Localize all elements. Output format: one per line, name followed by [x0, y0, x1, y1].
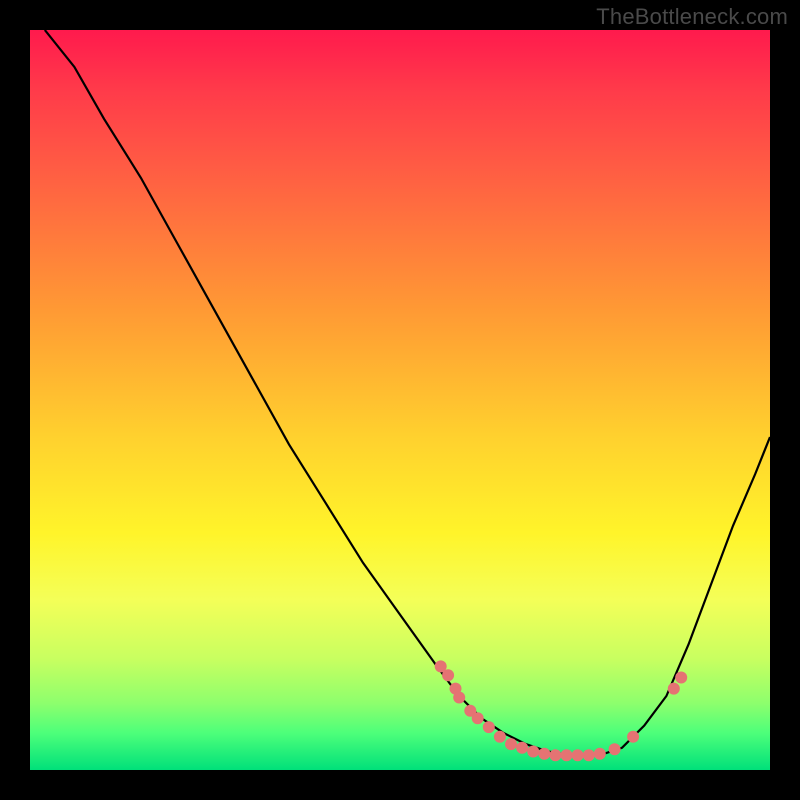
plot-area [30, 30, 770, 770]
chart-frame: TheBottleneck.com [0, 0, 800, 800]
data-marker [453, 692, 465, 704]
data-marker [505, 738, 517, 750]
data-marker [668, 683, 680, 695]
data-marker [472, 712, 484, 724]
data-marker [675, 672, 687, 684]
curve-line [45, 30, 770, 755]
data-marker [594, 748, 606, 760]
data-marker [572, 749, 584, 761]
data-marker [527, 746, 539, 758]
data-marker [516, 742, 528, 754]
watermark-label: TheBottleneck.com [596, 4, 788, 30]
data-marker [561, 749, 573, 761]
data-marker [494, 731, 506, 743]
marker-group [435, 660, 688, 761]
data-marker [483, 721, 495, 733]
chart-svg [30, 30, 770, 770]
data-marker [609, 743, 621, 755]
data-marker [549, 749, 561, 761]
data-marker [583, 749, 595, 761]
data-marker [538, 748, 550, 760]
data-marker [442, 669, 454, 681]
data-marker [627, 731, 639, 743]
